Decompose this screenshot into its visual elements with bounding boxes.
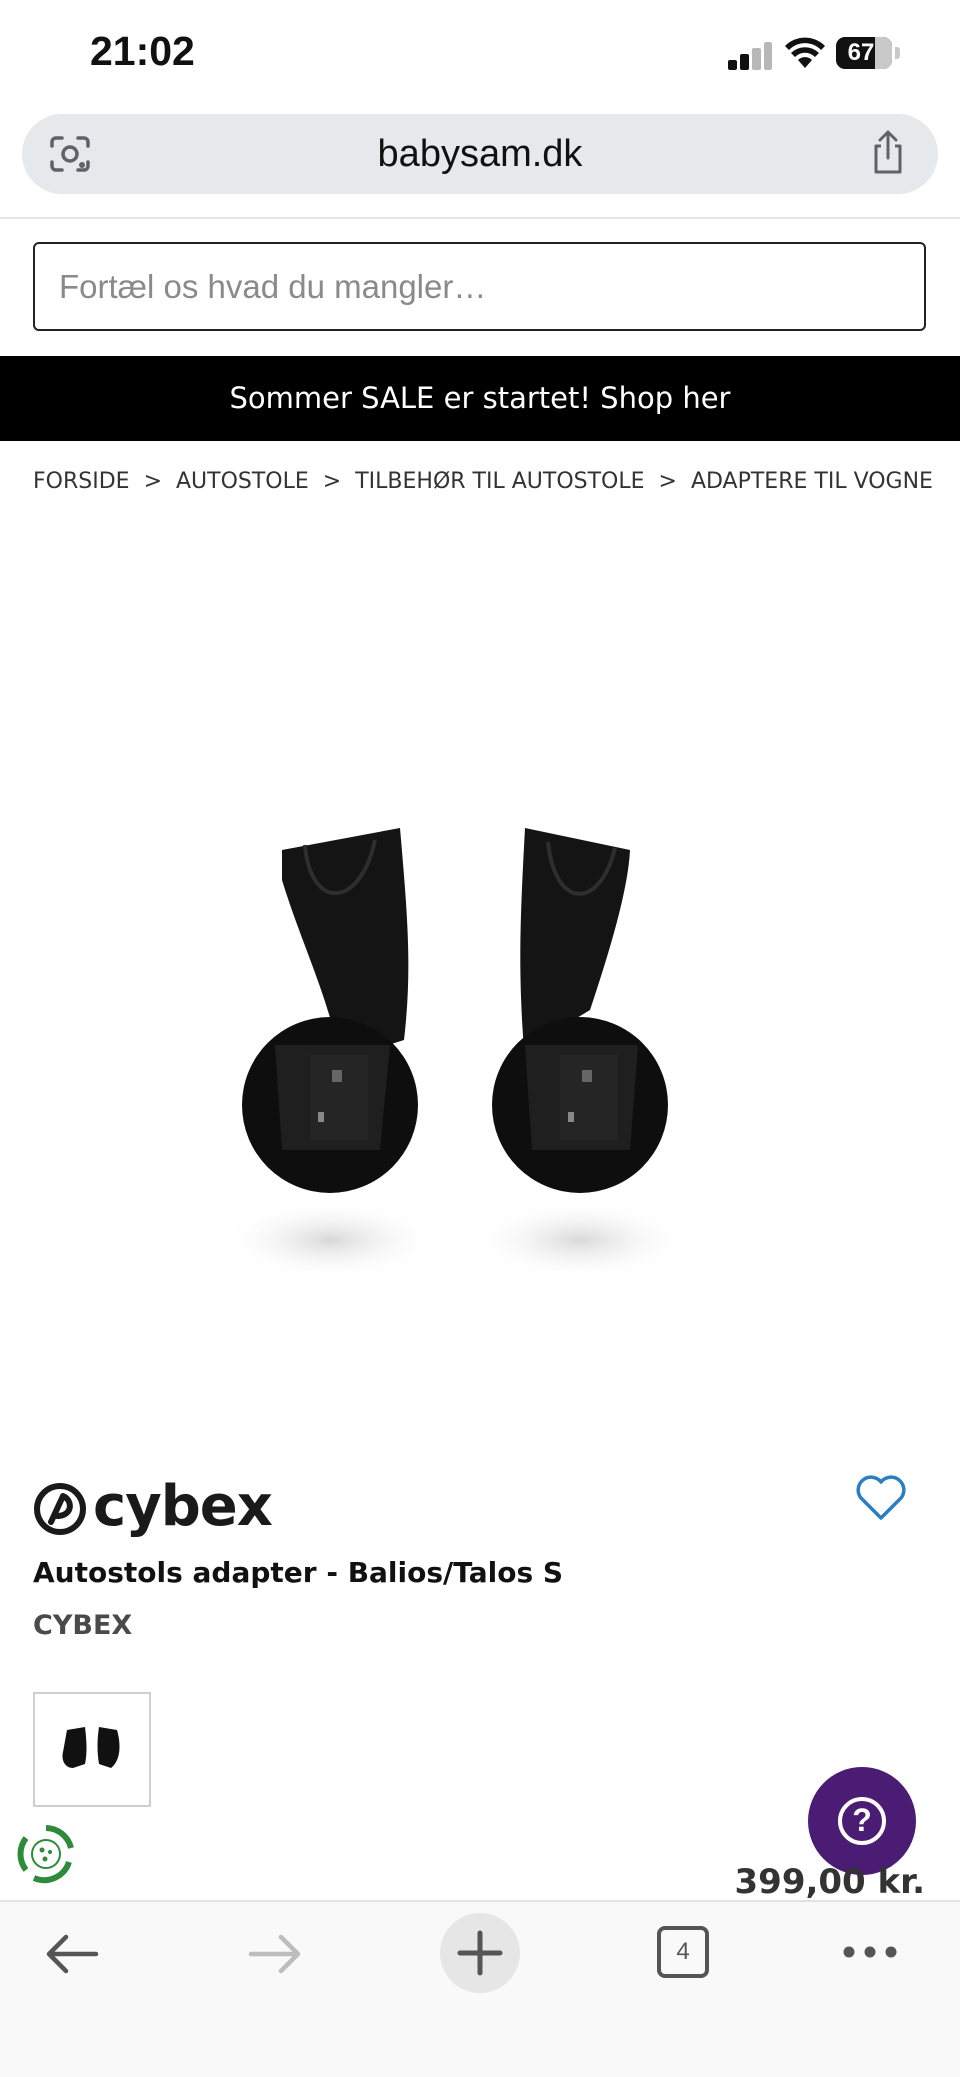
breadcrumb-separator: > (658, 468, 677, 494)
breadcrumb-item-forside[interactable]: FORSIDE (33, 469, 130, 494)
forward-arrow-icon[interactable] (247, 1932, 303, 1976)
product-title: Autostols adapter - Balios/Talos S (33, 1556, 564, 1589)
thumbnail-image (62, 1727, 120, 1768)
wifi-icon (785, 37, 825, 68)
product-price: 399,00 kr. (734, 1862, 926, 1902)
more-options-icon[interactable] (842, 1942, 898, 1962)
breadcrumb-item-autostole[interactable]: AUTOSTOLE (176, 469, 309, 494)
help-question-icon: ? (838, 1797, 886, 1845)
address-bar[interactable]: babysam.dk (22, 114, 938, 194)
plus-icon (457, 1930, 503, 1976)
breadcrumb-separator: > (143, 468, 162, 494)
status-time: 21:02 (90, 28, 195, 74)
product-thumbnail[interactable] (33, 1692, 151, 1807)
site-search[interactable] (33, 242, 926, 331)
status-bar: 21:02 67 (0, 0, 960, 108)
share-icon[interactable] (868, 130, 908, 176)
breadcrumb: FORSIDE > AUTOSTOLE > TILBEHØR TIL AUTOS… (33, 466, 933, 496)
divider (0, 217, 960, 219)
favorite-heart-icon[interactable] (855, 1474, 907, 1522)
battery-level: 67 (847, 39, 875, 66)
promo-banner[interactable]: Sommer SALE er startet! Shop her (0, 356, 960, 441)
product-brand[interactable]: CYBEX (33, 1610, 132, 1641)
breadcrumb-separator: > (322, 468, 342, 494)
browser-toolbar: 4 (0, 1900, 960, 2077)
cellular-signal-icon (728, 40, 772, 70)
breadcrumb-item-tilbehor[interactable]: TILBEHØR TIL AUTOSTOLE (355, 469, 644, 494)
product-image[interactable] (190, 800, 720, 1320)
brand-logo[interactable]: cybex (33, 1474, 273, 1544)
brand-logo-text: cybex (93, 1474, 273, 1539)
back-arrow-icon[interactable] (44, 1932, 100, 1976)
eco-badge-icon[interactable] (14, 1822, 78, 1886)
new-tab-button[interactable] (440, 1913, 520, 1993)
battery-icon: 67 (836, 37, 900, 69)
breadcrumb-item-adaptere[interactable]: ADAPTERE TIL VOGNE (691, 469, 933, 494)
url-text[interactable]: babysam.dk (22, 114, 938, 194)
cybex-logo-icon (34, 1483, 86, 1535)
tab-switcher-button[interactable]: 4 (657, 1926, 709, 1978)
search-input[interactable] (35, 244, 924, 329)
help-chat-button[interactable]: ? (808, 1767, 916, 1875)
